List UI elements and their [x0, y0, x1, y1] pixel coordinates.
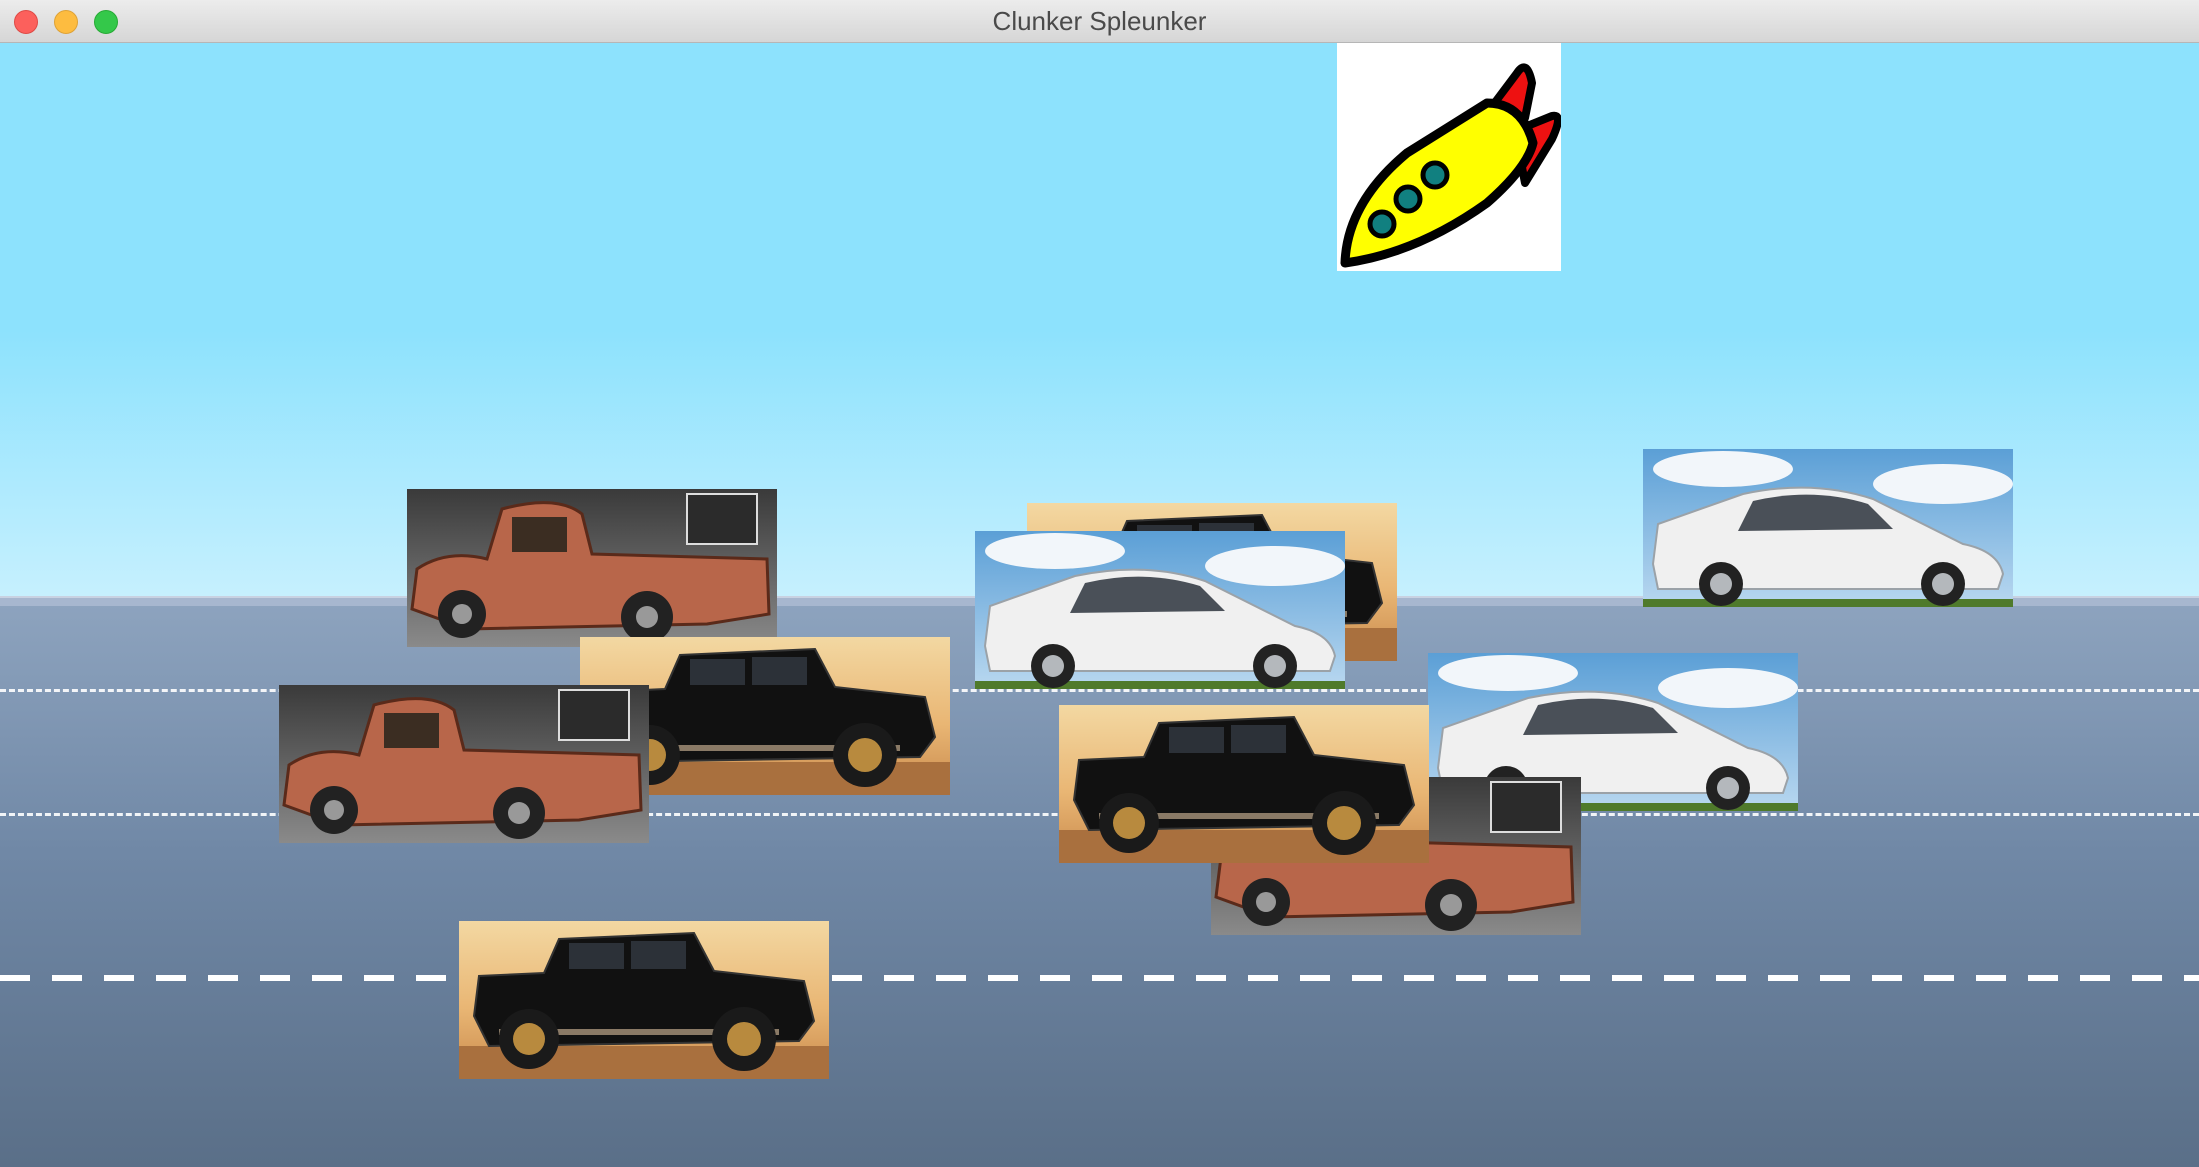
rocket-icon: [1340, 63, 1561, 268]
vehicle-rusty-pickup: [279, 685, 649, 843]
vehicle-white-prius: [975, 531, 1345, 689]
vehicle-black-hummer: [459, 921, 829, 1079]
window-title: Clunker Spleunker: [992, 6, 1207, 36]
vehicle-rusty-pickup: [407, 489, 777, 647]
player-rocket: [1337, 43, 1561, 271]
vehicle-white-prius: [1643, 449, 2013, 607]
lane-marking: [0, 975, 2199, 981]
vehicle-black-hummer: [1059, 705, 1429, 863]
title-bar: Clunker Spleunker: [0, 0, 2199, 43]
game-window: Clunker Spleunker: [0, 0, 2199, 1167]
